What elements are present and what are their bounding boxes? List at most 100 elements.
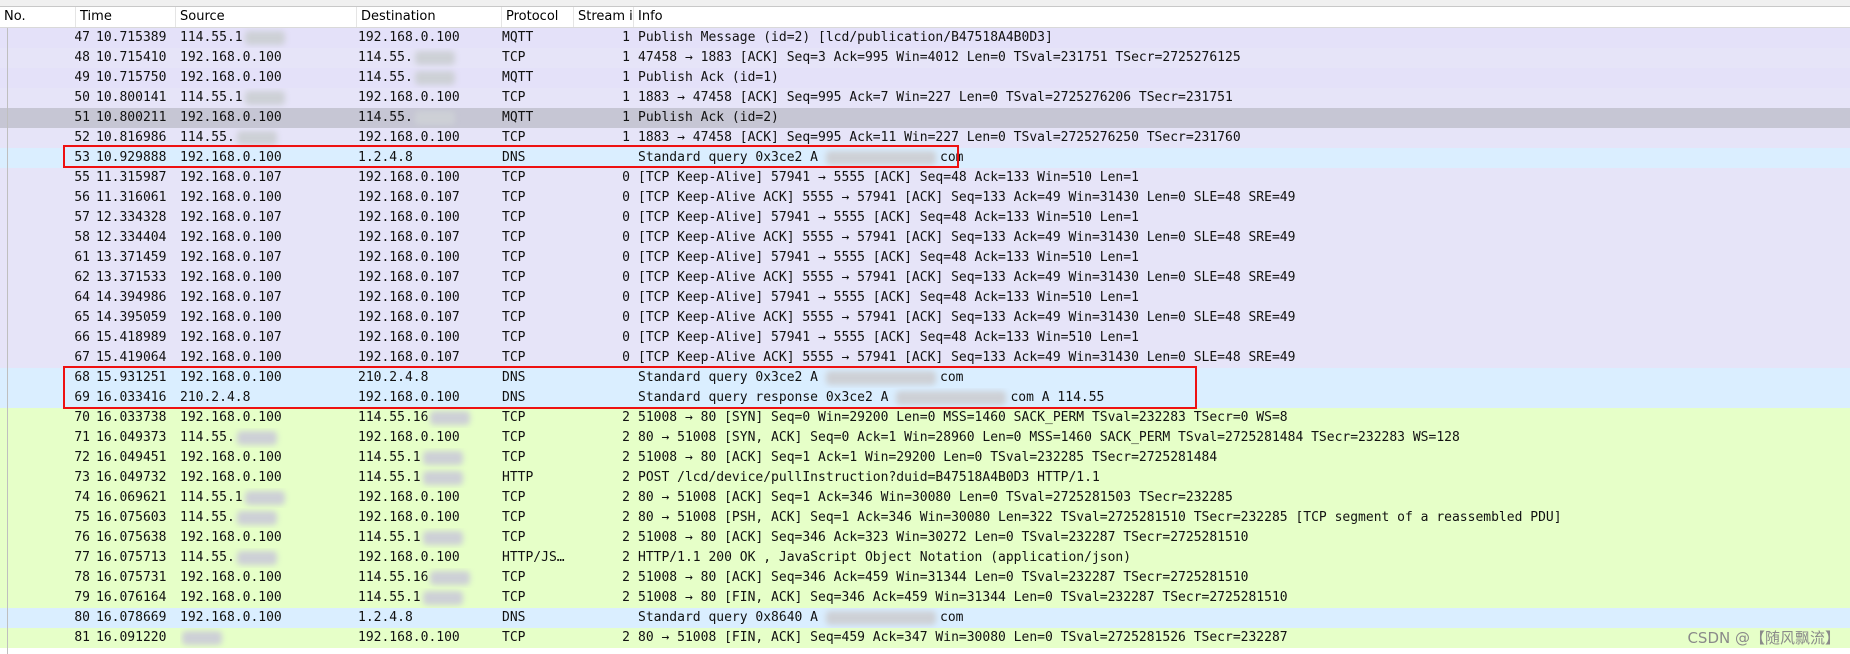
packet-row[interactable]: 70 16.033738 192.168.0.100 114.55.16 TCP 2 510… <box>0 408 1850 428</box>
packet-row[interactable]: 71 16.049373 114.55. 192.168.0.100 TCP 2 80 → … <box>0 428 1850 448</box>
column-header-source[interactable]: Source <box>176 7 357 27</box>
cell-stream: 0 <box>574 168 630 188</box>
stream-text: 2 <box>622 630 630 645</box>
cell-dst: 192.168.0.100 <box>358 248 500 268</box>
redacted-blur <box>244 30 285 45</box>
packet-row[interactable]: 73 16.049732 192.168.0.100 114.55.1 HTTP 2 POS… <box>0 468 1850 488</box>
no-text: 53 <box>74 150 90 165</box>
packet-row[interactable]: 74 16.069621 114.55.1 192.168.0.100 TCP 2 80 →… <box>0 488 1850 508</box>
time-text: 14.394986 <box>96 290 167 305</box>
cell-time: 10.715410 <box>96 48 181 68</box>
cell-src: 192.168.0.100 <box>180 268 356 288</box>
packet-row[interactable]: 64 14.394986 192.168.0.107 192.168.0.100 TCP… <box>0 288 1850 308</box>
packet-row[interactable]: 50 10.800141 114.55.1 192.168.0.100 TCP 1 1883… <box>0 88 1850 108</box>
dst-text: 192.168.0.107 <box>358 270 460 285</box>
cell-info: 1883 → 47458 [ACK] Seq=995 Ack=7 Win=227… <box>638 88 1838 108</box>
packet-row[interactable]: 57 12.334328 192.168.0.107 192.168.0.100 TCP… <box>0 208 1850 228</box>
dst-text: 114.55. <box>358 110 413 125</box>
cell-stream: 1 <box>574 28 630 48</box>
redacted-blur <box>422 470 463 485</box>
packet-row[interactable]: 79 16.076164 192.168.0.100 114.55.1 TCP 2 5100… <box>0 588 1850 608</box>
time-text: 16.075731 <box>96 570 167 585</box>
cell-src: 114.55. <box>180 548 356 568</box>
no-text: 58 <box>74 230 90 245</box>
column-header-no[interactable]: No. <box>0 7 76 27</box>
info-text: 80 → 51008 [PSH, ACK] Seq=1 Ack=346 Win=… <box>638 510 1562 525</box>
dst-text: 192.168.0.100 <box>358 170 460 185</box>
packet-row[interactable]: 53 10.929888 192.168.0.100 1.2.4.8 DNS Standa… <box>0 148 1850 168</box>
time-text: 13.371533 <box>96 270 167 285</box>
packet-row[interactable]: 78 16.075731 192.168.0.100 114.55.16 TCP 2 510… <box>0 568 1850 588</box>
src-text: 192.168.0.107 <box>180 170 282 185</box>
packet-row[interactable]: 49 10.715750 192.168.0.100 114.55. MQTT 1 Publ… <box>0 68 1850 88</box>
cell-proto: TCP <box>502 488 574 508</box>
no-text: 79 <box>74 590 90 605</box>
packet-list[interactable]: 47 10.715389 114.55.1 192.168.0.100 MQTT 1 Pub… <box>0 28 1850 648</box>
packet-row[interactable]: 61 13.371459 192.168.0.107 192.168.0.100 TCP… <box>0 248 1850 268</box>
info-text: Publish Ack (id=1) <box>638 70 779 85</box>
packet-row[interactable]: 68 15.931251 192.168.0.100 210.2.4.8 DNS Stan… <box>0 368 1850 388</box>
packet-row[interactable]: 52 10.816986 114.55. 192.168.0.100 TCP 1 1883 … <box>0 128 1850 148</box>
packet-row[interactable]: 48 10.715410 192.168.0.100 114.55. TCP 1 47458… <box>0 48 1850 68</box>
cell-src: 192.168.0.100 <box>180 228 356 248</box>
proto-text: TCP <box>502 190 526 205</box>
cell-stream: 0 <box>574 208 630 228</box>
packet-row[interactable]: 66 15.418989 192.168.0.107 192.168.0.100 TCP… <box>0 328 1850 348</box>
column-header-info[interactable]: Info <box>634 7 1850 27</box>
packet-row[interactable]: 81 16.091220 192.168.0.100 TCP 2 80 → 51008 [… <box>0 628 1850 648</box>
proto-text: MQTT <box>502 70 534 85</box>
cell-stream: 0 <box>574 188 630 208</box>
cell-dst: 192.168.0.100 <box>358 88 500 108</box>
cell-dst: 192.168.0.107 <box>358 268 500 288</box>
packet-row[interactable]: 47 10.715389 114.55.1 192.168.0.100 MQTT 1 Pub… <box>0 28 1850 48</box>
cell-time: 16.075638 <box>96 528 181 548</box>
cell-stream <box>574 368 630 388</box>
packet-row[interactable]: 76 16.075638 192.168.0.100 114.55.1 TCP 2 5100… <box>0 528 1850 548</box>
proto-text: MQTT <box>502 110 534 125</box>
packet-row[interactable]: 51 10.800211 192.168.0.100 114.55. MQTT 1 Publ… <box>0 108 1850 128</box>
packet-row[interactable]: 67 15.419064 192.168.0.100 192.168.0.107 TCP… <box>0 348 1850 368</box>
dst-text: 114.55. <box>358 70 413 85</box>
cell-info: 51008 → 80 [SYN] Seq=0 Win=29200 Len=0 M… <box>638 408 1838 428</box>
packet-row[interactable]: 65 14.395059 192.168.0.100 192.168.0.107 TCP… <box>0 308 1850 328</box>
time-text: 16.091220 <box>96 630 167 645</box>
proto-text: TCP <box>502 410 526 425</box>
cell-proto: TCP <box>502 528 574 548</box>
src-text: 192.168.0.100 <box>180 150 282 165</box>
packet-row[interactable]: 77 16.075713 114.55. 192.168.0.100 HTTP/JS… 2… <box>0 548 1850 568</box>
cell-dst: 192.168.0.100 <box>358 128 500 148</box>
cell-dst: 114.55.1 <box>358 448 500 468</box>
time-text: 10.715410 <box>96 50 167 65</box>
stream-text: 0 <box>622 310 630 325</box>
packet-row[interactable]: 75 16.075603 114.55. 192.168.0.100 TCP 2 80 → … <box>0 508 1850 528</box>
column-header-protocol[interactable]: Protocol <box>502 7 574 27</box>
cell-src: 192.168.0.100 <box>180 468 356 488</box>
column-header-time[interactable]: Time <box>76 7 176 27</box>
packet-row[interactable]: 56 11.316061 192.168.0.100 192.168.0.107 TCP… <box>0 188 1850 208</box>
info-text: [TCP Keep-Alive] 57941 → 5555 [ACK] Seq=… <box>638 290 1139 305</box>
dst-text: 114.55.16 <box>358 410 429 425</box>
packet-row[interactable]: 72 16.049451 192.168.0.100 114.55.1 TCP 2 5100… <box>0 448 1850 468</box>
redacted-blur <box>414 50 455 65</box>
packet-row[interactable]: 69 16.033416 210.2.4.8 192.168.0.100 DNS Stan… <box>0 388 1850 408</box>
column-header-stream[interactable]: Stream in <box>574 7 634 27</box>
redacted-blur <box>826 610 937 625</box>
src-text: 192.168.0.100 <box>180 190 282 205</box>
column-header-destination[interactable]: Destination <box>357 7 502 27</box>
stream-text: 0 <box>622 350 630 365</box>
stream-text: 2 <box>622 530 630 545</box>
dst-text: 192.168.0.100 <box>358 290 460 305</box>
cell-stream: 2 <box>574 528 630 548</box>
packet-row[interactable]: 58 12.334404 192.168.0.100 192.168.0.107 TCP… <box>0 228 1850 248</box>
packet-row[interactable]: 55 11.315987 192.168.0.107 192.168.0.100 TCP… <box>0 168 1850 188</box>
cell-time: 16.075713 <box>96 548 181 568</box>
time-text: 16.049451 <box>96 450 167 465</box>
time-text: 16.075603 <box>96 510 167 525</box>
src-text: 192.168.0.100 <box>180 350 282 365</box>
info-tail-text: com A 114.55 <box>1010 390 1105 405</box>
packet-row[interactable]: 62 13.371533 192.168.0.100 192.168.0.107 TCP… <box>0 268 1850 288</box>
cell-stream: 0 <box>574 268 630 288</box>
no-text: 50 <box>74 90 90 105</box>
dst-text: 114.55.1 <box>358 590 421 605</box>
packet-row[interactable]: 80 16.078669 192.168.0.100 1.2.4.8 DNS Standa… <box>0 608 1850 628</box>
